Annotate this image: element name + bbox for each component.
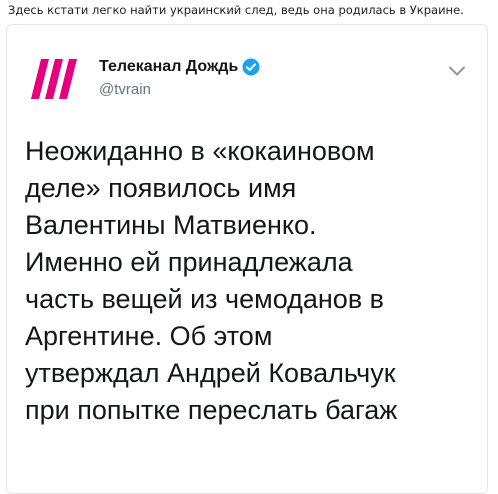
post-caption: Здесь кстати легко найти украинский след… [8,3,464,17]
embedded-tweet-card[interactable]: Телеканал Дождь @tvrain Неожиданно в «ко… [6,24,488,494]
tweet-text: Неожиданно в «кокаиновом деле» появилось… [25,136,398,425]
author-name[interactable]: Телеканал Дождь [99,57,238,77]
verified-badge-icon [242,58,260,76]
author-name-row[interactable]: Телеканал Дождь [99,57,260,77]
tvrain-logo-icon[interactable] [27,59,79,99]
chevron-down-icon[interactable] [449,63,465,76]
author-handle[interactable]: @tvrain [99,81,260,99]
tweet-author[interactable]: Телеканал Дождь @tvrain [99,57,260,99]
